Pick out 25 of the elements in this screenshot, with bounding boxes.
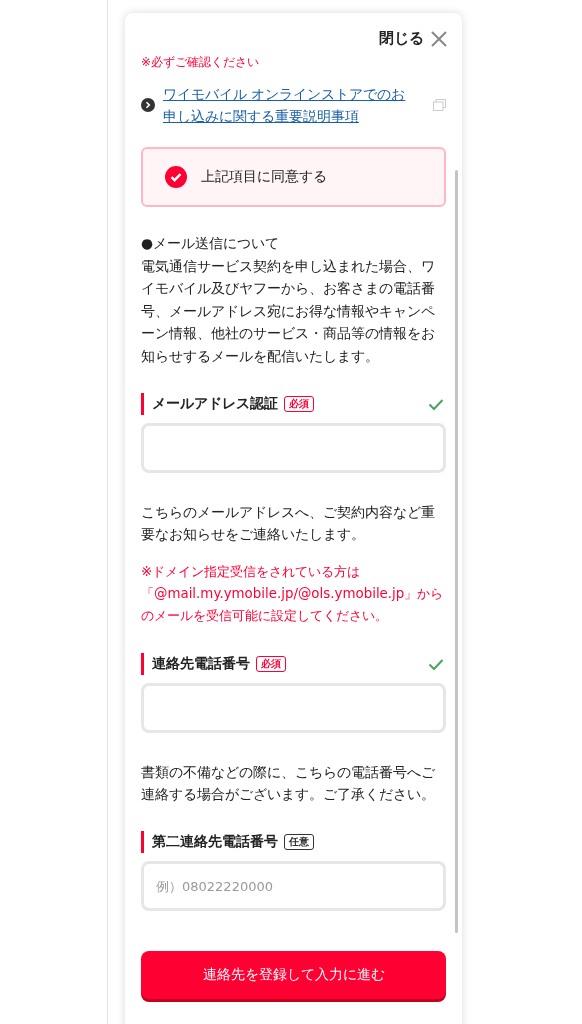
accent-bar: [141, 393, 144, 415]
input-field[interactable]: [141, 683, 446, 733]
document-link[interactable]: ワイモバイル オンラインストアでのお申し込みに関する重要説明事項: [163, 83, 419, 127]
field-label: 第二連絡先電話番号: [152, 833, 278, 851]
optional-badge: 任意: [284, 834, 314, 850]
notice-text: ※必ずご確認ください: [141, 54, 261, 71]
required-badge: 必須: [284, 396, 314, 412]
section-heading: ●メール送信について: [141, 234, 281, 253]
windows-icon: [433, 99, 446, 111]
close-icon: [430, 29, 448, 48]
chevron-icon: [141, 98, 155, 112]
submit-button[interactable]: 連絡先を登録して入力に進む: [141, 951, 446, 999]
input-field[interactable]: 例）08022220000: [141, 861, 446, 911]
required-badge: 必須: [256, 656, 286, 672]
note-text: 書類の不備などの際に、こちらの電話番号へご連絡する場合がございます。ご了承ください。: [141, 763, 436, 804]
warning-text: ※ドメイン指定受信をされている方は「@mail.my.ymobile.jp/@ols.ymobile.jp」からのメールを受信可能に設定してください。: [141, 563, 445, 625]
close-button[interactable]: 閉じる: [379, 29, 448, 48]
agree-checkbox[interactable]: 上記項目に同意する: [165, 166, 327, 188]
body-text: 電気通信サービス契約を申し込まれた場合、ワイモバイル及びヤフーから、お客さまの電話番号、メールアドレス宛にお得な情報やキャンペーン情報、他社のサービス・商品等の情報をお知らせするメールを配信いたします。: [141, 256, 436, 366]
input-field[interactable]: [141, 423, 446, 473]
field-label: メールアドレス認証: [152, 395, 278, 413]
accent-bar: [141, 831, 144, 853]
field-label: 連絡先電話番号: [152, 655, 250, 673]
accent-bar: [141, 653, 144, 675]
note-text: こちらのメールアドレスへ、ご契約内容など重要なお知らせをご連絡いたします。: [141, 503, 436, 544]
